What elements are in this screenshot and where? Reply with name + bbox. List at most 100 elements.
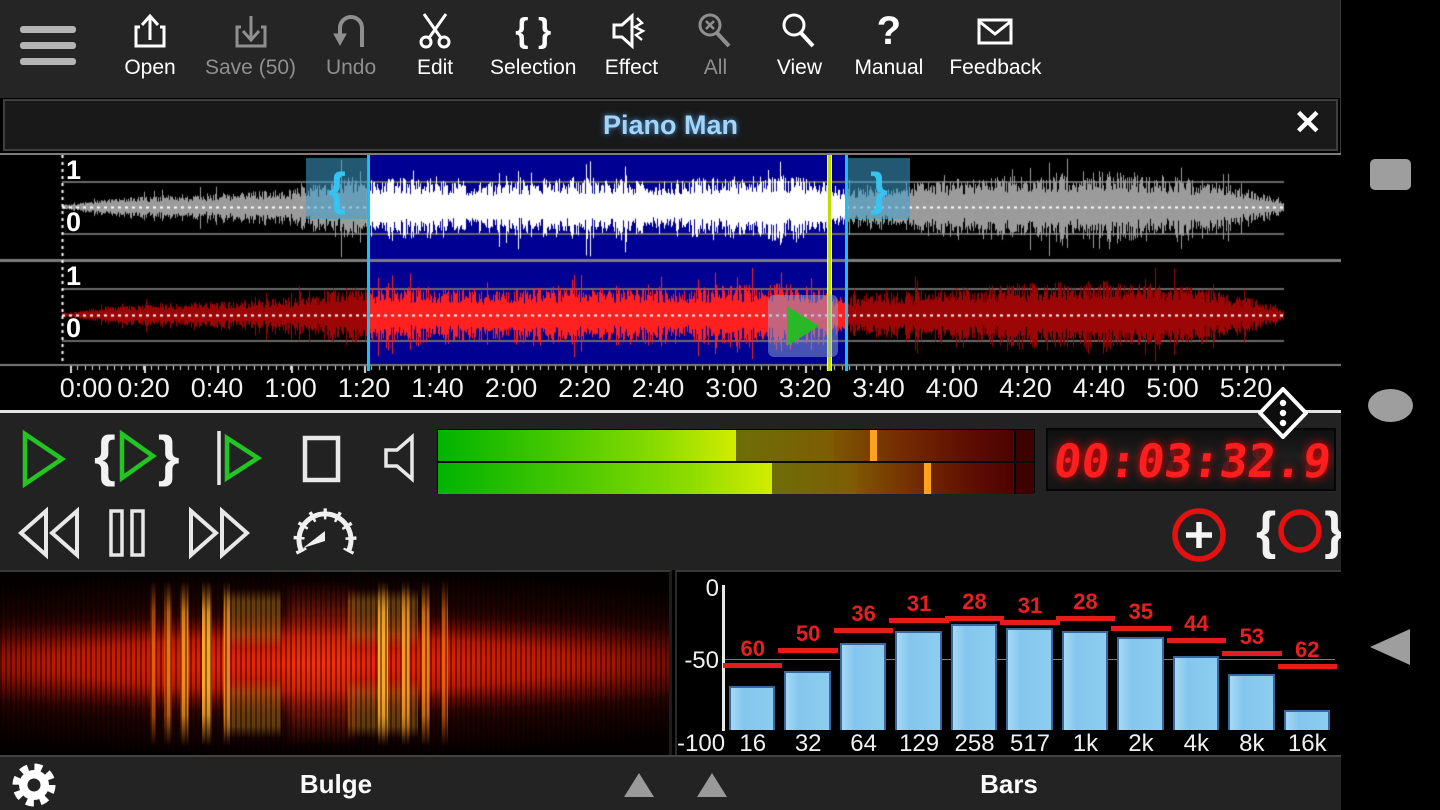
selection-end-handle[interactable]: } xyxy=(848,158,910,219)
feedback-button[interactable]: Feedback xyxy=(936,0,1054,80)
document-title: Piano Man xyxy=(5,110,1336,141)
level-meter xyxy=(437,429,1035,493)
envelope-icon xyxy=(972,8,1018,54)
time-label: 5:00 xyxy=(1131,373,1215,404)
audio-editor-screen: Open Save (50) Undo Edit xyxy=(0,0,1440,810)
stop-button[interactable] xyxy=(296,433,346,490)
time-label: 1:40 xyxy=(396,373,480,404)
left-panel-title: Bulge xyxy=(0,769,672,800)
bar xyxy=(784,671,830,730)
peak-value-label: 50 xyxy=(780,621,835,647)
peak-hold-left xyxy=(870,430,877,461)
time-label: 0:40 xyxy=(175,373,259,404)
close-icon[interactable]: ✕ xyxy=(1294,103,1323,143)
meter-right-channel xyxy=(438,463,1034,494)
analysis-panels: 0-50-100601650323664311292825831517281k3… xyxy=(0,570,1341,755)
manual-label: Manual xyxy=(854,56,923,80)
frequency-label: 2k xyxy=(1113,730,1168,758)
clock-digits: 00:03:32.9 xyxy=(1051,434,1335,488)
peak-value-label: 28 xyxy=(947,589,1002,615)
time-label: 3:20 xyxy=(763,373,847,404)
fast-forward-button[interactable] xyxy=(184,506,254,565)
time-label: 2:40 xyxy=(616,373,700,404)
time-label: 0:20 xyxy=(102,373,186,404)
effect-speaker-icon xyxy=(609,8,653,54)
view-label: View xyxy=(777,56,822,80)
bar xyxy=(1117,637,1163,730)
peak-line xyxy=(778,648,837,653)
zoom-all-button[interactable]: All xyxy=(673,0,757,80)
play-from-cursor-button[interactable] xyxy=(212,429,264,492)
peak-value-label: 35 xyxy=(1113,599,1168,625)
time-label: 1:00 xyxy=(249,373,333,404)
feedback-label: Feedback xyxy=(949,56,1041,80)
zoom-all-label: All xyxy=(704,56,727,80)
transport-bar: { } xyxy=(0,410,1341,570)
record-circle-icon xyxy=(1276,507,1324,555)
panel-resize-handle[interactable] xyxy=(1258,387,1308,439)
volume-button[interactable] xyxy=(380,431,426,490)
loop-brace-open: { xyxy=(94,425,116,487)
frequency-label: 517 xyxy=(1002,730,1057,758)
open-icon xyxy=(129,8,171,54)
recents-button[interactable] xyxy=(1370,159,1411,190)
frequency-label: 1k xyxy=(1058,730,1113,758)
rewind-button[interactable] xyxy=(14,506,84,565)
selection-start-brace: { xyxy=(328,162,346,216)
bar xyxy=(840,643,886,730)
rec-brace-open: { xyxy=(1256,501,1276,561)
playback-speed-button[interactable] xyxy=(290,508,360,565)
zoom-all-icon xyxy=(694,8,736,54)
frequency-label: 258 xyxy=(947,730,1002,758)
record-button[interactable] xyxy=(1170,506,1228,569)
waveform-editor[interactable]: 1 0 1 0 { } 0:000:200:401:001:201:402:00… xyxy=(0,153,1341,410)
time-ruler: 0:000:200:401:001:201:402:002:202:403:00… xyxy=(0,373,1341,411)
peak-line xyxy=(1278,664,1337,669)
magnifier-icon xyxy=(778,8,820,54)
selection-end-brace: } xyxy=(870,162,888,216)
waveform-canvas[interactable] xyxy=(0,155,1341,373)
home-button[interactable] xyxy=(1368,389,1413,422)
back-button[interactable] xyxy=(1370,629,1410,665)
panel-up-arrow-left[interactable] xyxy=(624,773,654,797)
play-button[interactable] xyxy=(18,429,68,494)
loop-play-button[interactable]: { } xyxy=(94,425,180,487)
floating-play-button[interactable] xyxy=(768,295,838,357)
menu-hamburger-icon[interactable] xyxy=(0,0,108,74)
time-label: 4:40 xyxy=(1057,373,1141,404)
frequency-label: 64 xyxy=(836,730,891,758)
peak-line xyxy=(834,628,893,633)
peak-line xyxy=(1111,626,1170,631)
open-button[interactable]: Open xyxy=(108,0,192,80)
effect-button[interactable]: Effect xyxy=(589,0,673,80)
document-titlebar: Piano Man ✕ xyxy=(3,99,1338,151)
bulge-visualizer xyxy=(0,570,672,755)
bar xyxy=(1062,631,1108,730)
undo-button[interactable]: Undo xyxy=(309,0,393,80)
pause-button[interactable] xyxy=(102,506,154,565)
view-button[interactable]: View xyxy=(757,0,841,80)
peak-value-label: 28 xyxy=(1058,589,1113,615)
peak-line xyxy=(723,663,782,668)
question-icon: ? xyxy=(877,8,901,54)
edit-button[interactable]: Edit xyxy=(393,0,477,80)
y-tick-50: -50 xyxy=(679,647,719,675)
selection-start-handle[interactable]: { xyxy=(306,158,368,219)
manual-button[interactable]: ? Manual xyxy=(841,0,936,80)
ch2-amp-0-label: 0 xyxy=(66,313,81,344)
braces-icon: { } xyxy=(515,8,551,54)
save-label: Save (50) xyxy=(205,56,296,80)
record-selection-button[interactable]: { } xyxy=(1256,501,1345,561)
time-label: 4:00 xyxy=(910,373,994,404)
y-tick-100: -100 xyxy=(677,730,721,758)
frequency-label: 4k xyxy=(1169,730,1224,758)
bars-spectrum-panel: 0-50-100601650323664311292825831517281k3… xyxy=(675,570,1341,755)
time-label: 3:00 xyxy=(690,373,774,404)
right-panel-title: Bars xyxy=(678,769,1340,800)
save-button[interactable]: Save (50) xyxy=(192,0,309,80)
frequency-label: 32 xyxy=(780,730,835,758)
selection-button[interactable]: { } Selection xyxy=(477,0,589,80)
peak-line xyxy=(889,618,948,623)
selection-label: Selection xyxy=(490,56,576,80)
frequency-label: 129 xyxy=(891,730,946,758)
